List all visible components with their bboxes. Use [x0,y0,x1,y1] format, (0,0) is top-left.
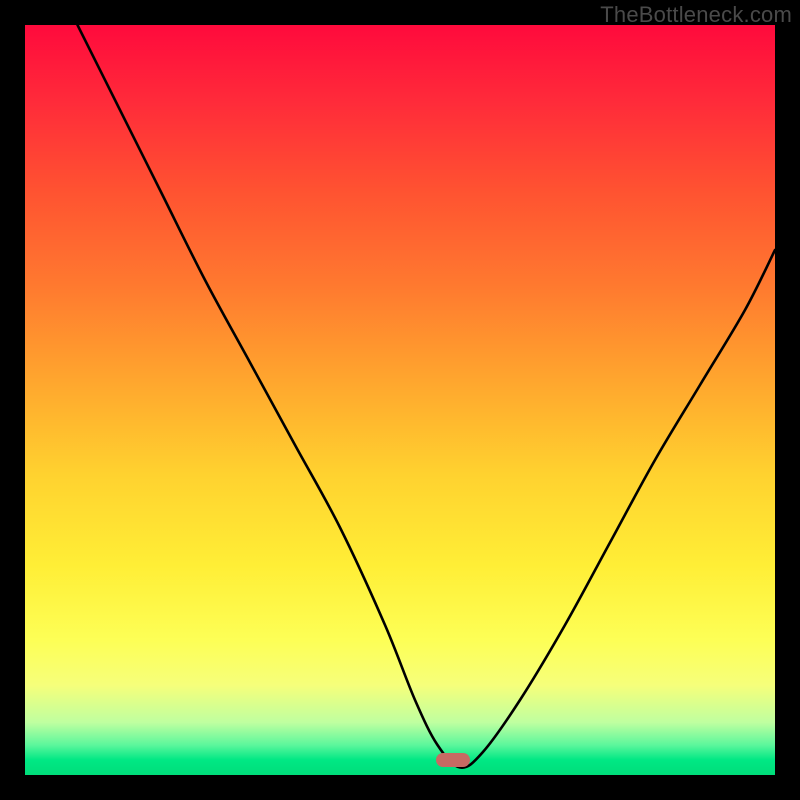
watermark-text: TheBottleneck.com [600,2,792,28]
bottleneck-curve [25,25,775,775]
chart-frame: TheBottleneck.com [0,0,800,800]
optimal-marker [436,753,470,767]
plot-area [25,25,775,775]
